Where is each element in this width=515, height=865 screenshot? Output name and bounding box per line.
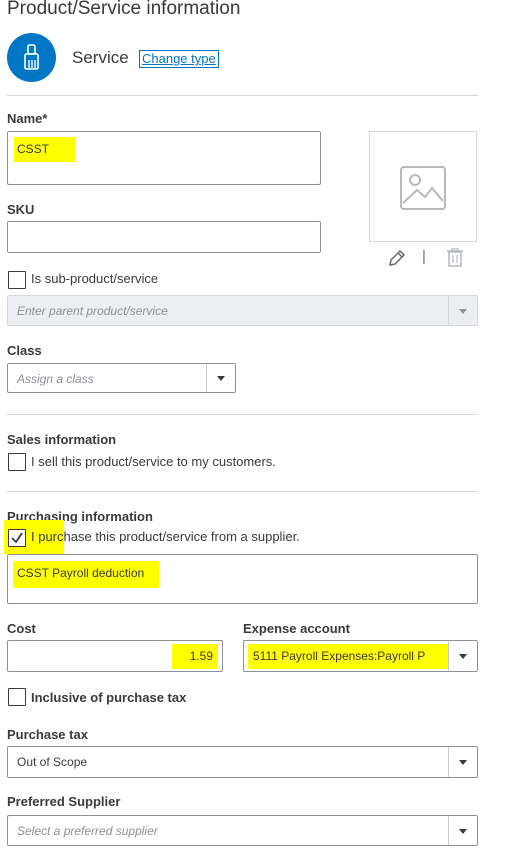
purchase-description-value: CSST Payroll deduction (17, 566, 145, 580)
sku-label: SKU (7, 202, 35, 217)
name-field[interactable]: CSST (7, 131, 321, 185)
parent-product-select[interactable]: Enter parent product/service (7, 295, 478, 326)
inclusive-tax-label: Inclusive of purchase tax (31, 690, 187, 705)
chevron-down-icon (448, 641, 477, 671)
preferred-supplier-label: Preferred Supplier (7, 794, 121, 809)
sub-product-checkbox[interactable] (8, 271, 26, 289)
class-select[interactable]: Assign a class (7, 363, 236, 393)
paint-brush-icon (7, 33, 56, 82)
cost-field[interactable]: 1.59 (7, 640, 223, 672)
checkmark-icon (11, 532, 23, 544)
chevron-down-icon (448, 747, 477, 777)
sku-field[interactable] (7, 221, 321, 253)
trash-icon[interactable] (446, 248, 464, 267)
purchase-tax-value: Out of Scope (17, 755, 88, 769)
expense-account-value: 5111 Payroll Expenses:Payroll P (253, 649, 426, 663)
class-placeholder: Assign a class (17, 372, 94, 386)
inclusive-tax-checkbox[interactable] (8, 688, 26, 706)
preferred-supplier-select[interactable]: Select a preferred supplier (7, 815, 478, 846)
sell-checkbox-label: I sell this product/service to my custom… (31, 454, 276, 469)
divider (7, 491, 478, 492)
purchase-checkbox-label: I purchase this product/service from a s… (31, 529, 300, 544)
expense-account-select[interactable]: 5111 Payroll Expenses:Payroll P (243, 640, 478, 672)
sell-checkbox[interactable] (8, 453, 26, 471)
chevron-down-icon (448, 296, 477, 325)
image-placeholder-icon (400, 166, 446, 210)
purchase-description-field[interactable]: CSST Payroll deduction (7, 554, 478, 604)
expense-account-label: Expense account (243, 621, 350, 636)
divider (7, 414, 478, 415)
class-label: Class (7, 343, 42, 358)
purchase-tax-select[interactable]: Out of Scope (7, 746, 478, 778)
page-title: Product/Service information (7, 0, 241, 19)
divider (7, 95, 478, 96)
image-upload-area[interactable] (369, 131, 477, 242)
change-type-link[interactable]: Change type (139, 50, 219, 68)
icon-separator: | (422, 248, 426, 265)
name-value: CSST (17, 142, 50, 156)
sales-heading: Sales information (7, 432, 117, 447)
cost-value: 1.59 (189, 649, 213, 663)
pencil-icon[interactable] (388, 249, 406, 267)
name-label: Name* (7, 111, 48, 126)
chevron-down-icon (448, 816, 477, 845)
item-type-label: Service (72, 48, 129, 67)
parent-product-placeholder: Enter parent product/service (17, 304, 168, 318)
cost-label: Cost (7, 621, 36, 636)
purchase-tax-label: Purchase tax (7, 727, 88, 742)
sub-product-label: Is sub-product/service (31, 271, 159, 286)
purchase-checkbox[interactable] (8, 529, 26, 547)
preferred-supplier-placeholder: Select a preferred supplier (17, 824, 158, 838)
chevron-down-icon (206, 364, 235, 392)
